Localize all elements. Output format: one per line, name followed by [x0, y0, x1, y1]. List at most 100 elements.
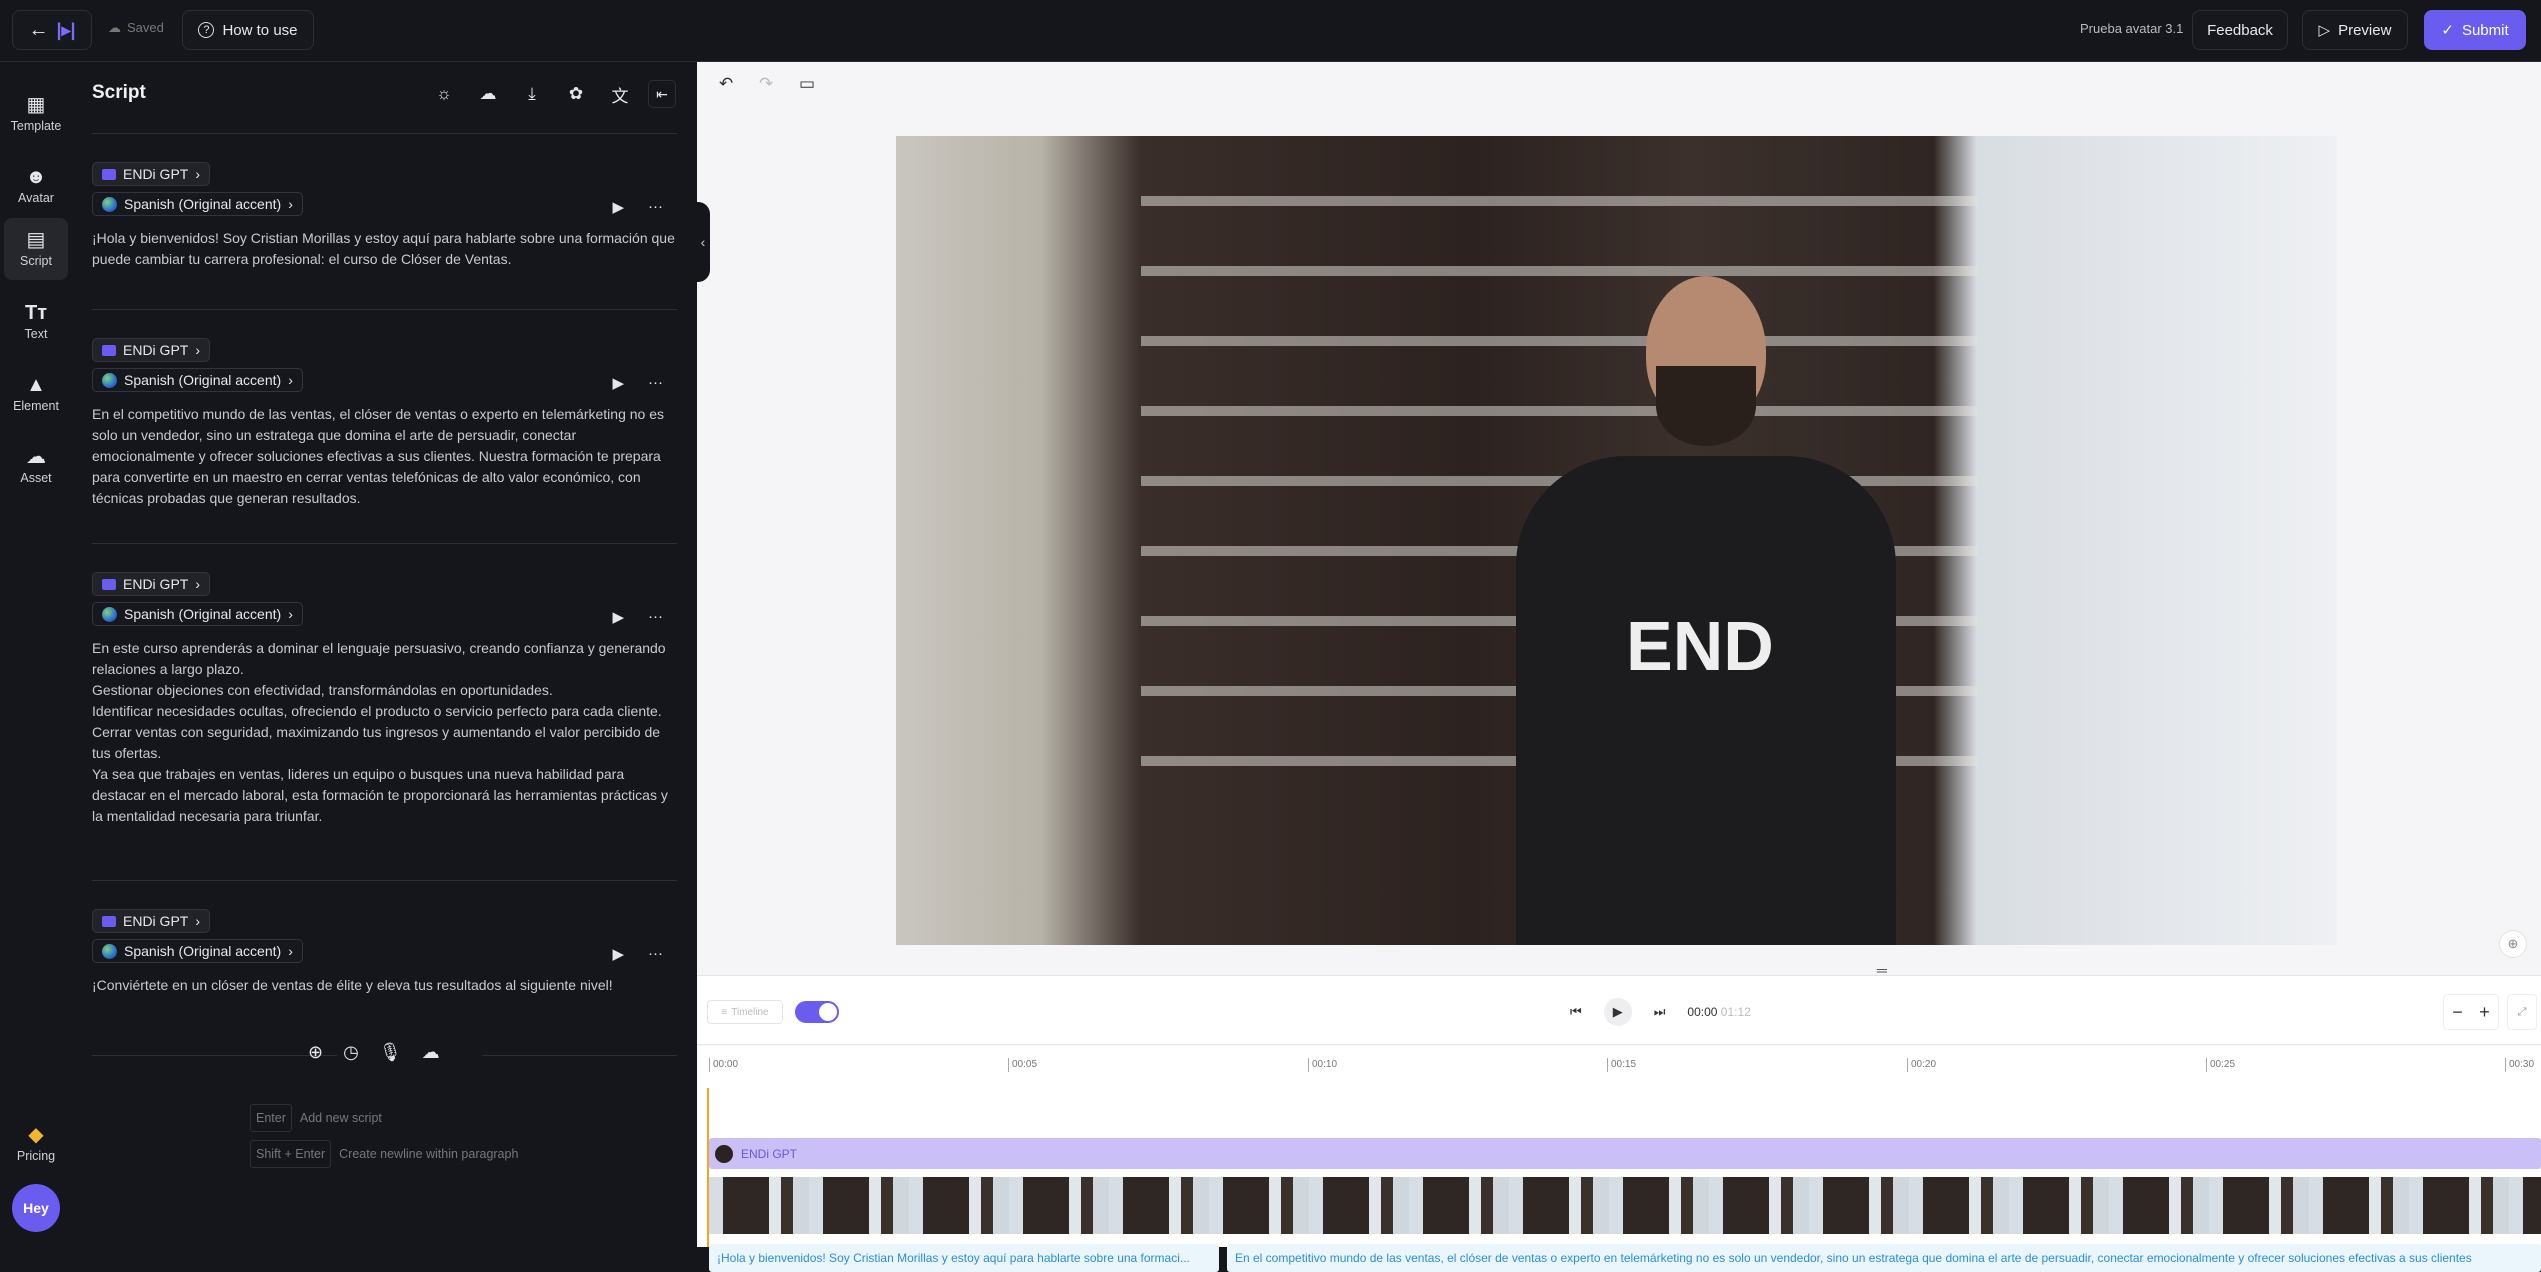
rail-item-pricing[interactable]: ◆ Pricing — [4, 1112, 68, 1176]
chevron-right-icon: › — [288, 196, 293, 212]
caption-switch[interactable] — [795, 1001, 839, 1023]
translate-icon[interactable]: 文 — [606, 80, 634, 108]
ruler-tick: 00:00 — [709, 1058, 738, 1072]
expand-icon[interactable]: ⤢ — [2507, 994, 2537, 1030]
play-icon[interactable]: ▶ — [612, 198, 624, 216]
collapse-handle[interactable]: ‹ — [696, 202, 710, 282]
chevron-right-icon: › — [195, 913, 201, 929]
canvas-area: ‹ ↶ ↷ ▭ END ═ ⊕ ≡ Timeline ⏮ ▶ ⏭ 00:00 01… — [696, 62, 2541, 1272]
video-preview[interactable]: END — [896, 136, 2337, 945]
chevron-right-icon: › — [288, 372, 293, 388]
back-button[interactable]: ← |▸| — [12, 10, 92, 50]
openai-icon[interactable]: ✿ — [562, 80, 590, 108]
microphone-icon[interactable]: 🎙 — [379, 1042, 402, 1063]
script-text[interactable]: En el competitivo mundo de las ventas, e… — [92, 404, 677, 509]
redo-icon[interactable]: ↷ — [759, 74, 773, 94]
total-time: 01:12 — [1720, 1005, 1751, 1019]
skip-back-icon[interactable]: ⏮ — [1570, 1004, 1582, 1020]
more-icon[interactable]: ··· — [648, 945, 663, 963]
presenter: END — [1496, 276, 1916, 945]
zoom-out-icon[interactable]: − — [2452, 1002, 2463, 1023]
playhead[interactable] — [707, 1088, 709, 1247]
zoom-in-icon[interactable]: + — [2479, 1002, 2490, 1023]
more-icon[interactable]: ··· — [648, 198, 663, 216]
timeline-toggle[interactable]: ≡ Timeline — [707, 1000, 783, 1024]
rail-item-text[interactable]: Tт Text — [4, 290, 68, 354]
rail-item-avatar[interactable]: ☻ Avatar — [4, 154, 68, 218]
lightbulb-icon[interactable]: ☼ — [430, 80, 458, 108]
language-chip[interactable]: Spanish (Original accent) › — [92, 368, 303, 392]
skip-forward-icon[interactable]: ⏭ — [1654, 1004, 1666, 1020]
video-track[interactable] — [709, 1177, 2541, 1234]
asset-icon: ☁ — [26, 446, 46, 468]
cloud-upload-icon[interactable]: ☁ — [474, 80, 502, 108]
hey-chat-button[interactable]: Hey — [12, 1184, 60, 1232]
voice-chip[interactable]: ENDi GPT › — [92, 338, 211, 362]
divider — [92, 309, 677, 310]
history-icon[interactable]: ◷ — [343, 1042, 359, 1063]
script-text[interactable]: En este curso aprenderás a dominar el le… — [92, 638, 677, 827]
top-bar: ← |▸| ☁ Saved ? How to use Prueba avatar … — [0, 0, 2541, 62]
ruler-tick: 00:25 — [2206, 1058, 2235, 1072]
left-rail: ▦ Template ☻ Avatar ▤ Script Tт Text ▲ Elemen… — [0, 62, 72, 1247]
add-circle-icon[interactable]: ⊕ — [308, 1042, 323, 1063]
monitor-icon[interactable]: ▭ — [799, 74, 815, 94]
zoom-fit-icon[interactable]: ⊕ — [2499, 930, 2527, 958]
divider — [92, 1055, 337, 1056]
diamond-icon: ◆ — [28, 1124, 44, 1146]
ruler-tick: 00:30 — [2505, 1058, 2534, 1072]
play-button[interactable]: ▶ — [1603, 998, 1632, 1026]
rail-item-script[interactable]: ▤ Script — [4, 218, 68, 280]
play-outline-icon: ▷ — [2318, 22, 2331, 39]
script-text[interactable]: ¡Conviértete en un clóser de ventas de é… — [92, 975, 677, 996]
avatar-track[interactable]: ENDi GPT — [709, 1138, 2541, 1169]
script-text[interactable]: ¡Hola y bienvenidos! Soy Cristian Morill… — [92, 228, 677, 270]
rail-item-element[interactable]: ▲ Element — [4, 362, 68, 426]
globe-icon — [102, 196, 117, 212]
avatar-icon: ☻ — [25, 166, 47, 188]
collapse-panel-button[interactable]: ⇤ — [648, 80, 676, 108]
chevron-right-icon: › — [288, 606, 293, 622]
play-icon[interactable]: ▶ — [612, 945, 624, 963]
rail-item-asset[interactable]: ☁ Asset — [4, 434, 68, 498]
language-chip[interactable]: Spanish (Original accent) › — [92, 939, 303, 963]
check-icon: ✓ — [2441, 22, 2454, 39]
how-to-use-button[interactable]: ? How to use — [182, 10, 314, 50]
script-block[interactable]: ENDi GPT › Spanish (Original accent) › ▶ ··… — [92, 162, 677, 270]
voice-chip[interactable]: ENDi GPT › — [92, 572, 211, 596]
more-icon[interactable]: ··· — [648, 608, 663, 626]
script-block[interactable]: ENDi GPT › Spanish (Original accent) › ▶ ··… — [92, 909, 677, 996]
undo-icon[interactable]: ↶ — [719, 74, 733, 94]
divider — [92, 880, 677, 881]
preview-button[interactable]: ▷ Preview — [2302, 10, 2408, 50]
ruler-tick: 00:05 — [1008, 1058, 1037, 1072]
play-icon[interactable]: ▶ — [612, 374, 624, 392]
hint-enter: Enter Add new script — [250, 1104, 382, 1132]
voice-chip[interactable]: ENDi GPT › — [92, 162, 211, 186]
submit-button[interactable]: ✓ Submit — [2424, 10, 2526, 50]
element-icon: ▲ — [26, 374, 46, 396]
ruler-tick: 00:10 — [1308, 1058, 1337, 1072]
play-icon[interactable]: ▶ — [612, 608, 624, 626]
language-chip[interactable]: Spanish (Original accent) › — [92, 602, 303, 626]
caption-segment[interactable]: ¡Hola y bienvenidos! Soy Cristian Morill… — [709, 1244, 1219, 1272]
project-name: Prueba avatar 3.1 — [2080, 21, 2184, 36]
script-block[interactable]: ENDi GPT › Spanish (Original accent) › ▶ ··… — [92, 338, 677, 509]
rail-item-template[interactable]: ▦ Template — [4, 82, 68, 146]
script-block[interactable]: ENDi GPT › Spanish (Original accent) › ▶ ··… — [92, 572, 677, 827]
ruler-tick: 00:20 — [1907, 1058, 1936, 1072]
timeline[interactable]: 00:00 00:05 00:10 00:15 00:20 00:25 00:3… — [697, 1046, 2541, 1272]
caption-segment[interactable]: En el competitivo mundo de las ventas, e… — [1227, 1244, 2541, 1272]
avatar-thumb — [715, 1144, 733, 1163]
more-icon[interactable]: ··· — [648, 374, 663, 392]
voice-icon — [102, 168, 116, 180]
language-chip[interactable]: Spanish (Original accent) › — [92, 192, 303, 216]
upload-cloud-icon[interactable]: ☁ — [422, 1042, 440, 1063]
panel-title: Script — [92, 82, 146, 103]
ruler-tick: 00:15 — [1607, 1058, 1636, 1072]
text-icon: Tт — [24, 302, 47, 324]
arrow-left-icon: ← — [28, 18, 49, 41]
download-icon[interactable]: ⤓ — [518, 80, 546, 108]
feedback-button[interactable]: Feedback — [2192, 10, 2288, 50]
voice-chip[interactable]: ENDi GPT › — [92, 909, 211, 933]
